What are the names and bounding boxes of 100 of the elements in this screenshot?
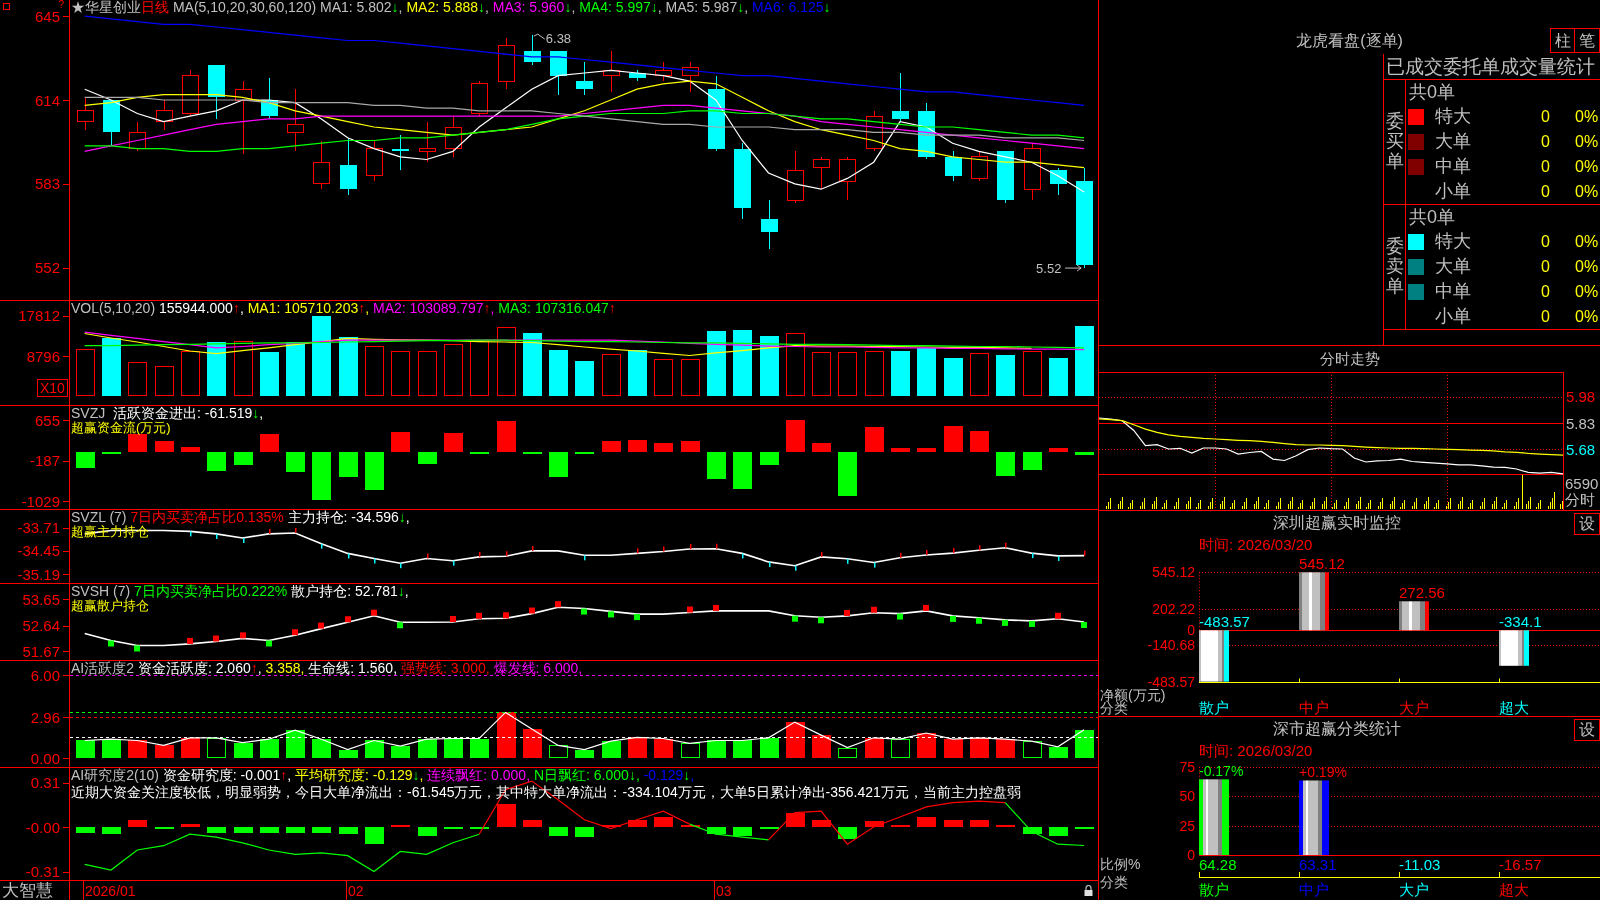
row-label: 大单: [1435, 256, 1471, 276]
tick-marker-icon: [374, 558, 376, 564]
candlestick: [971, 150, 988, 182]
tick-marker-icon: [637, 548, 639, 554]
candlestick: [787, 150, 804, 204]
brand-label: 大智慧: [1, 881, 53, 900]
square-marker-icon: [345, 616, 351, 623]
tick-marker-icon: [900, 552, 902, 558]
square-marker-icon: [1081, 622, 1087, 628]
axis-label: -35.19: [17, 566, 60, 582]
axis-label: -1029: [21, 493, 60, 509]
tick-marker-icon: [1058, 555, 1060, 561]
price-label: 5.52: [1036, 261, 1062, 275]
percent-value: 0%: [1575, 133, 1599, 150]
candlestick: [182, 69, 199, 117]
percent-value: 0%: [1575, 258, 1599, 275]
candlestick: [366, 140, 383, 182]
time-label: 时间: 2026/03/20: [1199, 537, 1313, 553]
square-marker-icon: [950, 615, 956, 622]
group-label: 委卖单: [1385, 237, 1404, 297]
count-value: 0: [1541, 282, 1550, 301]
unit-badge: X10: [37, 379, 68, 397]
square-marker-icon: [108, 640, 114, 647]
category-label: 散户: [1199, 882, 1229, 898]
candlestick: [471, 80, 488, 117]
candlestick: [866, 110, 883, 152]
candlestick: [261, 77, 278, 120]
value-label: -16.57: [1499, 857, 1542, 872]
square-marker-icon: [134, 645, 140, 652]
indicator-header: SVZL (7) 7日内买卖净占比0.135% 主力持仓: -34.596↓,: [71, 510, 410, 524]
axis-label: 17812: [18, 308, 60, 324]
square-marker-icon: [292, 629, 298, 636]
candlestick: [524, 34, 541, 66]
square-marker-icon: [608, 611, 614, 618]
total-label: 共0单: [1409, 82, 1455, 103]
percent-value: 0%: [1575, 182, 1599, 200]
count-value: 0: [1541, 258, 1550, 276]
candlestick: [1024, 142, 1041, 201]
tick-marker-icon: [874, 562, 876, 568]
chart-mode-button[interactable]: 笔: [1575, 28, 1600, 53]
axis-label: 8796: [26, 348, 60, 364]
value-label: 545.12: [1299, 556, 1345, 572]
axis-label: 0: [1187, 623, 1195, 638]
candlestick: [1050, 167, 1067, 196]
count-value: 0: [1541, 233, 1550, 252]
tick-marker-icon: [795, 565, 797, 571]
category-label: 超大: [1499, 700, 1529, 715]
category-label: 大户: [1399, 882, 1429, 898]
tick-marker-icon: [716, 543, 718, 549]
change-label: -0.17%: [1199, 764, 1244, 779]
axis-title: 分类: [1100, 702, 1128, 715]
panel-title: 深圳超赢实时监控: [1272, 514, 1401, 532]
percent-value: 0%: [1575, 233, 1599, 251]
count-value: 0: [1541, 307, 1550, 326]
candlestick: [682, 61, 699, 93]
axis-label: -0.31: [25, 864, 60, 879]
tick-marker-icon: [847, 558, 849, 564]
category-label: 散户: [1199, 700, 1229, 715]
panel-title: 分时走势: [1319, 350, 1380, 368]
settings-button[interactable]: 设: [1574, 719, 1600, 741]
axis-label: 6590: [1565, 476, 1599, 491]
square-marker-icon: [581, 608, 587, 615]
leader-line: [533, 33, 546, 40]
category-label: 大户: [1399, 700, 1429, 715]
axis-label: 0.31: [30, 775, 60, 790]
axis-title: 净额(万元): [1100, 689, 1166, 702]
date-label: 2026/01: [85, 883, 136, 899]
tick-marker-icon: [400, 563, 402, 569]
tick-marker-icon: [663, 546, 665, 552]
leader-arrow: [1064, 264, 1082, 272]
candlestick: [313, 140, 330, 190]
indicator-title: 超赢散户持仓: [71, 599, 149, 613]
tick-marker-icon: [690, 544, 692, 549]
candlestick: [892, 72, 909, 123]
settings-button[interactable]: 设: [1574, 513, 1600, 535]
change-label: +0.19%: [1299, 765, 1347, 780]
axis-label: 53.65: [22, 591, 60, 607]
row-label: 小单: [1435, 180, 1471, 201]
value-label: 272.56: [1399, 585, 1445, 601]
axis-label: -187: [29, 453, 60, 469]
candlestick: [77, 96, 94, 131]
square-marker-icon: [213, 635, 219, 642]
tick-marker-icon: [506, 551, 508, 557]
axis-label: 75: [1179, 760, 1195, 774]
square-marker-icon: [266, 640, 272, 647]
axis-label: 645: [34, 8, 60, 24]
axis-label: 5.83: [1566, 415, 1596, 431]
tick-marker-icon: [269, 528, 271, 534]
axis-label: 0.00: [30, 750, 60, 766]
candlestick: [287, 88, 304, 152]
candlestick: [603, 50, 620, 93]
tick-marker-icon: [295, 527, 297, 533]
indicator-header: VOL(5,10,20) 155944.000↑, MA1: 105710.203↑, MA2: 103089.797↑, MA3: 107316.047↑: [71, 301, 616, 315]
chart-mode-button[interactable]: 柱: [1550, 28, 1575, 53]
candlestick: [419, 121, 436, 163]
axis-label: -483.57: [1147, 674, 1195, 689]
percent-value: 0%: [1575, 108, 1599, 126]
candlestick: [156, 99, 173, 131]
value-label: -334.1: [1499, 614, 1542, 630]
axis-label: 51.67: [22, 643, 60, 659]
